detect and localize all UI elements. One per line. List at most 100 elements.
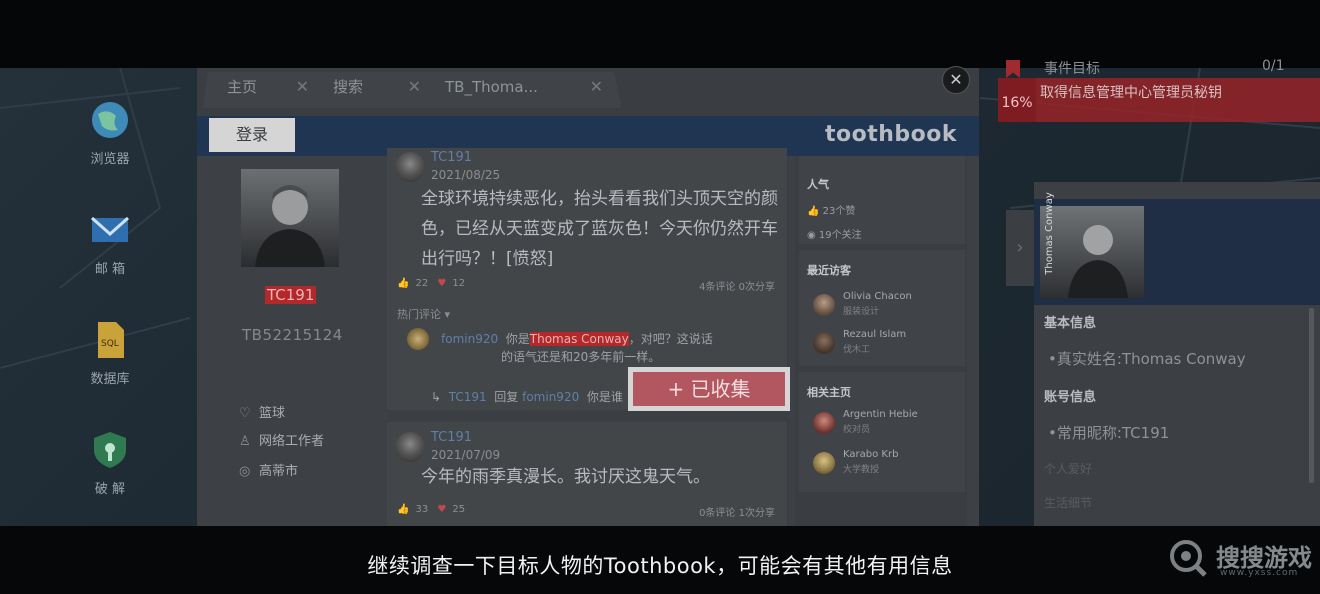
reply-icon: ↳ (431, 390, 442, 404)
life-detail-label: 生活细节 (1044, 496, 1093, 510)
share-count[interactable]: 1次分享 (739, 508, 775, 519)
post-author[interactable]: TC191 (431, 150, 472, 165)
desktop-icon-label: 数据库 (90, 372, 130, 387)
window-close-icon[interactable]: ✕ (942, 66, 970, 94)
post-card: TC191 2021/07/09 今年的雨季真漫长。我讨厌这鬼天气。 👍 33 ♥… (387, 422, 787, 526)
heart-icon[interactable]: ♥ (437, 278, 446, 289)
visitors-title: 最近访客 (807, 264, 851, 277)
browser-window: 主页 ✕ 搜索 ✕ TB_Thoma... ✕ ✕ 登录 toothbook T… (197, 66, 979, 526)
comment-author[interactable]: fomin920 (441, 332, 498, 346)
post-reactions: 👍 33 ♥ 25 (397, 504, 471, 515)
post-text: 今年的雨季真漫长。我讨厌这鬼天气。 (421, 467, 710, 487)
desktop-icon-mail[interactable]: 邮 箱 (70, 208, 150, 277)
location-icon: ◎ (239, 464, 251, 479)
related-item[interactable]: Karabo Krb 大学教授 (813, 448, 963, 478)
reply-word: 回复 (494, 390, 519, 404)
related-role: 大学教授 (843, 465, 880, 475)
post-meta: 0条评论 1次分享 (699, 504, 775, 519)
hobby-label: 个人爱好 (1044, 462, 1093, 476)
svg-text:SQL: SQL (101, 339, 119, 349)
heart-icon: ♡ (239, 406, 251, 421)
avatar (241, 169, 339, 267)
reply-target[interactable]: fomin920 (522, 390, 579, 404)
tab-label: 搜索 (333, 78, 364, 96)
comment-line: fomin920 你是Thomas Conway，对吧？这说话 (441, 330, 713, 347)
desktop-icon-database[interactable]: SQL 数据库 (70, 318, 150, 387)
collected-button[interactable]: + 已收集 (628, 367, 790, 411)
hobby-text: 篮球 (259, 406, 286, 421)
post-avatar[interactable] (395, 432, 425, 462)
reply-author[interactable]: TC191 (449, 390, 487, 404)
heart-icon[interactable]: ♥ (437, 504, 446, 515)
basic-info-label: 基本信息 (1044, 316, 1097, 331)
likes-text: 23个赞 (822, 206, 856, 217)
shield-key-icon (88, 428, 132, 472)
site-logo: toothbook (824, 122, 957, 147)
related-name: Argentin Hebie (843, 409, 918, 420)
goal-banner: 16% 取得信息管理中心管理员秘钥 (998, 78, 1320, 122)
panel-expand-handle[interactable]: › (1006, 210, 1034, 286)
sql-file-icon: SQL (88, 318, 132, 362)
highlighted-name[interactable]: Thomas Conway (529, 332, 629, 346)
real-name-value: •真实姓名:Thomas Conway (1048, 350, 1246, 368)
tab-close-icon[interactable]: ✕ (296, 72, 309, 102)
profile-location: ◎ 高蒂市 (239, 460, 298, 479)
page-body: TC191 TB52215124 ♡ 篮球 ♙ 网络工作者 ◎ 高蒂市 TC191 2… (197, 148, 979, 526)
nickname-value: •常用昵称:TC191 (1048, 424, 1170, 442)
comment-count[interactable]: 4条评论 (699, 282, 735, 293)
like-count: 33 (415, 504, 429, 515)
visitor-avatar (813, 332, 835, 354)
profile-hobby: ♡ 篮球 (239, 402, 285, 421)
desktop-icon-label: 破 解 (94, 482, 126, 497)
post-author[interactable]: TC191 (431, 430, 472, 445)
post-feed: TC191 2021/08/25 全球环境持续恶化，抬头看看我们头顶天空的颜色，… (387, 148, 789, 526)
visitor-item[interactable]: Olivia Chacon 服装设计 (813, 290, 963, 320)
popularity-title: 人气 (807, 178, 829, 191)
sidebar: 人气 👍 23个赞 ◉ 19个关注 最近访客 Olivia Chacon 服装设… (795, 156, 967, 526)
post-reactions: 👍 22 ♥ 12 (397, 278, 471, 289)
tab-label: TB_Thoma... (445, 78, 538, 96)
subtitle-caption: 继续调查一下目标人物的Toothbook，可能会有其他有用信息 (367, 554, 953, 578)
desktop-icon-browser[interactable]: 浏览器 (70, 98, 150, 167)
desktop-icon-label: 浏览器 (90, 152, 130, 167)
goal-title: 事件目标 (1044, 61, 1100, 77)
like-icon[interactable]: 👍 (397, 278, 409, 289)
visitor-name: Rezaul Islam (843, 329, 907, 340)
heart-count: 25 (452, 504, 466, 515)
desktop-icon-crack[interactable]: 破 解 (70, 428, 150, 497)
visitor-avatar (813, 294, 835, 316)
post-date: 2021/08/25 (431, 168, 501, 182)
tab-search[interactable]: 搜索 ✕ (309, 72, 440, 108)
related-name: Karabo Krb (843, 449, 899, 460)
watermark-url: www.yxss.com (1220, 568, 1299, 578)
tab-profile[interactable]: TB_Thoma... ✕ (421, 72, 622, 108)
location-text: 高蒂市 (259, 464, 299, 479)
goal-percent: 16% (998, 78, 1036, 122)
visitor-item[interactable]: Rezaul Islam 伐木工 (813, 328, 963, 358)
like-icon[interactable]: 👍 (397, 504, 409, 515)
related-item[interactable]: Argentin Hebie 校对员 (813, 408, 963, 438)
panel-scrollbar[interactable] (1309, 308, 1314, 483)
target-photo (1040, 206, 1144, 298)
profile-column: TC191 TB52215124 ♡ 篮球 ♙ 网络工作者 ◎ 高蒂市 (197, 156, 383, 526)
popularity-box: 人气 👍 23个赞 ◉ 19个关注 (799, 156, 965, 244)
tab-close-icon[interactable]: ✕ (590, 72, 603, 102)
hot-comments-toggle[interactable]: 热门评论 ▾ (397, 306, 450, 322)
comment-avatar[interactable] (407, 328, 429, 350)
goal-count: 0/1 (1262, 58, 1285, 74)
desktop-icon-label: 邮 箱 (94, 262, 126, 277)
login-button[interactable]: 登录 (209, 118, 295, 152)
like-count: 22 (415, 278, 429, 289)
goal-text: 取得信息管理中心管理员秘钥 (1040, 85, 1222, 101)
tab-label: 主页 (227, 78, 258, 96)
post-avatar[interactable] (395, 152, 425, 182)
likes-stat: 👍 23个赞 (807, 202, 855, 217)
related-avatar (813, 412, 835, 434)
comment-line-2: 的语气还是和20多年前一样。 (501, 350, 661, 364)
share-count[interactable]: 0次分享 (739, 282, 775, 293)
follows-stat: ◉ 19个关注 (807, 226, 862, 241)
tab-close-icon[interactable]: ✕ (408, 72, 421, 102)
tab-home[interactable]: 主页 ✕ (203, 72, 328, 108)
comment-text-post: ，对吧？这说话 (628, 332, 713, 346)
comment-count[interactable]: 0条评论 (699, 508, 735, 519)
